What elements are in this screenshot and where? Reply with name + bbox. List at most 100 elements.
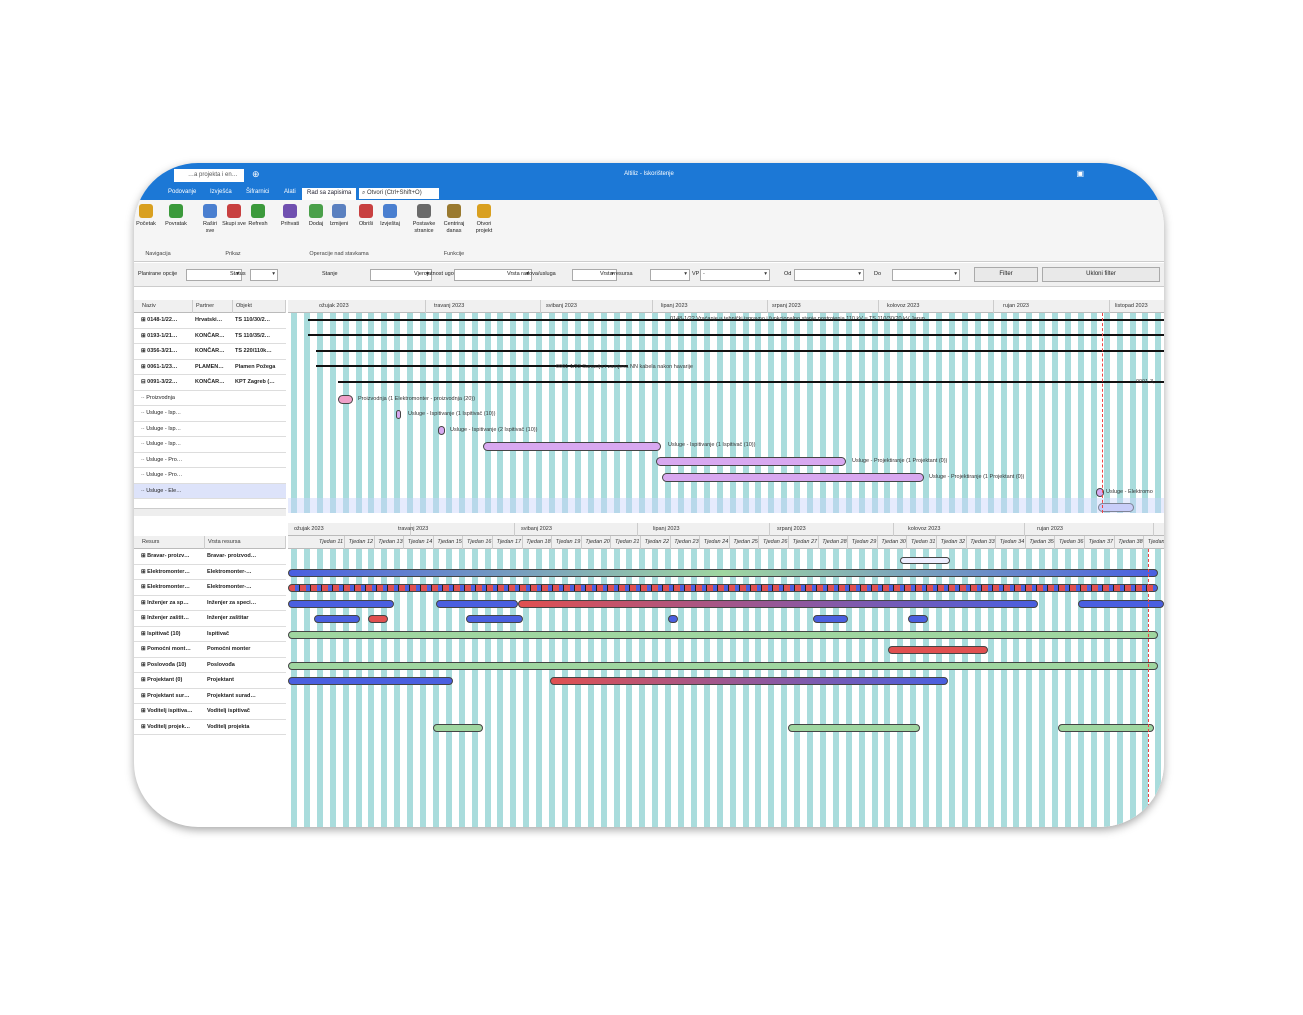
app-window: …a projekta i en… ⊕ Altiliz - Iskorišten… [134,163,1164,827]
resource-load-bar[interactable] [550,677,948,685]
clear-filter-button[interactable]: Ukloni filter [1042,267,1160,282]
task-bar[interactable] [656,457,846,466]
ribbon-button-3[interactable]: Skupi sve [222,204,246,228]
weekend-stripe [832,313,839,513]
ribbon-button-0[interactable]: Početak [134,204,158,228]
filter-button[interactable]: Filter [974,267,1038,282]
resource-name: ⊞ Projektant sur… [141,692,190,699]
project-summary-bar[interactable] [338,381,1164,383]
resource-load-bar[interactable] [288,584,1158,592]
col-naziv[interactable]: Naziv [139,300,193,313]
resource-row[interactable]: ⊞ Bravar- proizv… Bravar- proizvod… [134,549,286,565]
project-summary-bar[interactable] [308,334,1164,336]
project-gantt[interactable]: 0148-1/22 Vraćanje u tehnički ispravno i… [288,313,1164,513]
resource-load-bar[interactable] [433,723,483,732]
resource-load-bar[interactable] [368,615,388,623]
project-row[interactable]: ·· Usluge - Isp… [134,422,286,437]
project-row[interactable]: ·· Usluge - Ele… [134,483,286,499]
menu-alati[interactable]: Alati [284,189,296,195]
project-row[interactable]: ⊞ 0356-3/21… KONČAR… TS 220/110k… [134,344,286,360]
ribbon-button-11[interactable]: Centriraj danas [442,204,466,235]
filter-dropdown[interactable]: ▾ [892,269,960,281]
project-row[interactable]: ·· Usluge - Pro… [134,453,286,468]
resource-load-bar[interactable] [908,615,928,623]
resource-row[interactable]: ⊞ Projektant (0) Projektant [134,673,286,689]
resource-load-bar[interactable] [288,661,1158,670]
menu-podovanje[interactable]: Podovanje [168,189,196,195]
project-row[interactable]: ·· Usluge - Isp… [134,406,286,422]
ribbon-button-label: Prihvati [280,221,300,227]
ribbon-button-2[interactable]: Raširi sve [198,204,222,235]
resource-load-bar[interactable] [668,615,678,623]
menu-sifrarnici[interactable]: Šifrarnici [246,189,269,195]
weekend-stripe [781,313,788,513]
resource-load-bar[interactable] [288,568,1158,577]
resource-load-bar[interactable] [900,557,950,564]
project-row[interactable]: ·· Usluge - Isp… [134,437,286,453]
search-input[interactable]: ⌕ Otvori (Ctrl+Shift+O) [359,188,439,199]
col-objekt[interactable]: Objekt [233,300,286,313]
ribbon-button-9[interactable]: Izvještaj [378,204,402,228]
ribbon-button-5[interactable]: Prihvati [278,204,302,228]
col-partner[interactable]: Partner [193,300,233,313]
resource-row[interactable]: ⊞ Ispitivač (10) Ispitivač [134,627,286,642]
resource-load-bar[interactable] [518,599,1038,608]
week-label: Tjedan 27 [790,536,819,549]
task-bar[interactable] [662,473,924,482]
horizontal-scrollbar[interactable] [134,508,286,516]
menu-rad-sa-zapisima[interactable]: Rad sa zapisima [302,188,357,200]
resource-row[interactable]: ⊞ Projektant sur… Projektant surad… [134,689,286,704]
resource-load-bar[interactable] [788,723,920,732]
resource-row[interactable]: ⊞ Voditelj projek… Voditelj projekta [134,720,286,735]
project-row[interactable]: ⊞ 0061-1/23… PLAMEN… Plamen Požega [134,360,286,375]
project-row[interactable]: ·· Proizvodnja [134,391,286,406]
project-row[interactable]: ⊞ 0193-1/21… KONČAR… TS 110/35/2… [134,329,286,344]
task-bar[interactable] [338,395,353,404]
ribbon-button-10[interactable]: Postavke stranice [412,204,436,235]
ribbon-button-6-icon [309,204,323,218]
resource-load-bar[interactable] [813,615,848,623]
resource-load-bar[interactable] [436,599,518,608]
resource-load-bar[interactable] [288,630,1158,639]
weekend-stripe [716,313,723,513]
project-summary-bar[interactable] [316,350,1164,352]
task-bar[interactable] [396,410,401,419]
task-bar[interactable] [438,426,445,435]
project-row[interactable]: ⊟ 0091-3/22… KONČAR… KPT Zagreb (… [134,375,286,391]
project-row[interactable]: ⊞ 0148-1/22… Hrvatski… TS 110/30/2… [134,313,286,329]
ribbon-button-8[interactable]: Obriši [354,204,378,228]
filter-dropdown[interactable]: - ▾ [700,269,770,281]
resource-load-bar[interactable] [288,677,453,685]
resource-row[interactable]: ⊞ Poslovođa (10) Poslovođa [134,658,286,673]
week-label: Tjedan 36 [1056,536,1085,549]
ribbon-button-8-icon [359,204,373,218]
resource-row[interactable]: ⊞ Elektromonter… Elektromonter-… [134,580,286,596]
project-row[interactable]: ·· Usluge - Pro… [134,468,286,484]
menu-izvjesca[interactable]: Izvješća [210,189,232,195]
col-vrsta-resursa[interactable]: Vrsta resursa [205,536,286,549]
resource-load-bar[interactable] [314,615,360,623]
filter-label: Vrsta resursa [600,271,633,277]
resource-row[interactable]: ⊞ Elektromonter… Elektromonter-… [134,565,286,580]
filter-dropdown[interactable]: ▾ [250,269,278,281]
resource-load-bar[interactable] [466,615,523,623]
resource-row[interactable]: ⊞ Inženjer zaštit… Inženjer zaštitar [134,611,286,627]
resource-gantt[interactable] [288,549,1164,827]
ribbon-button-4[interactable]: Refresh [246,204,270,228]
resource-load-bar[interactable] [888,646,988,654]
resource-load-bar[interactable] [288,599,394,608]
filter-dropdown[interactable]: ▾ [794,269,864,281]
resource-load-bar[interactable] [1058,723,1154,732]
resource-load-bar[interactable] [1078,599,1164,608]
restore-icon[interactable]: ▣ [1076,169,1084,178]
ribbon-button-12[interactable]: Otvori projekt [472,204,496,235]
ribbon-button-6[interactable]: Dodaj [304,204,328,228]
task-bar[interactable] [483,442,661,451]
filter-dropdown[interactable]: ▾ [650,269,690,281]
col-resurs[interactable]: Resurs [139,536,205,549]
resource-row[interactable]: ⊞ Inženjer za sp… Inženjer za speci… [134,596,286,611]
resource-row[interactable]: ⊞ Pomoćni mont… Pomoćni monter [134,642,286,658]
resource-row[interactable]: ⊞ Voditelj ispitiva… Voditelj ispitivač [134,704,286,720]
ribbon-button-1[interactable]: Povratak [164,204,188,228]
ribbon-button-7[interactable]: Izmijeni [327,204,351,228]
